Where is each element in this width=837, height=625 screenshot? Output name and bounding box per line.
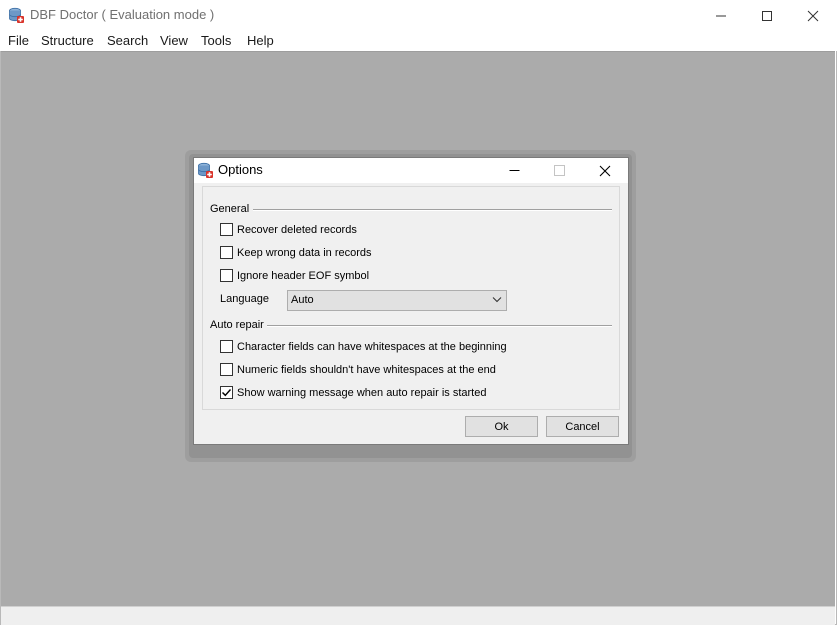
auto-repair-group-label: Auto repair [210,319,264,331]
options-dialog: Options General Recover deleted records … [193,157,629,445]
menu-bar: File Structure Search View Tools Help [0,31,837,51]
checkbox[interactable] [220,363,233,376]
option-ignore-eof[interactable]: Ignore header EOF symbol [220,268,369,283]
option-label: Keep wrong data in records [237,246,372,259]
dialog-close-button[interactable] [582,158,627,183]
language-select-value: Auto [291,294,314,306]
dialog-title: Options [218,162,263,177]
option-show-warning[interactable]: Show warning message when auto repair is… [220,385,486,400]
title-bar[interactable]: DBF Doctor ( Evaluation mode ) [0,0,837,31]
app-window: DBF Doctor ( Evaluation mode ) File Stru… [0,0,837,625]
close-icon [807,10,819,21]
option-label: Recover deleted records [237,223,357,236]
language-select[interactable]: Auto [287,290,507,311]
options-panel: General Recover deleted records Keep wro… [202,186,620,410]
maximize-icon [762,10,772,21]
minimize-icon [509,170,520,171]
cancel-button[interactable]: Cancel [546,416,619,437]
dialog-title-bar[interactable]: Options [194,158,628,183]
general-group-label: General [210,203,250,215]
option-label: Ignore header EOF symbol [237,269,370,282]
close-button[interactable] [790,0,836,31]
auto-repair-group-divider [267,325,612,327]
checkbox[interactable] [220,269,233,282]
checkbox[interactable] [220,246,233,259]
option-label: Numeric fields shouldn't have whitespace… [237,363,496,376]
option-label: Show warning message when auto repair is… [237,386,487,399]
menu-view[interactable]: View [160,33,188,48]
menu-tools[interactable]: Tools [201,33,231,48]
database-icon [9,7,24,23]
window-title: DBF Doctor ( Evaluation mode ) [30,7,215,22]
database-icon [198,162,213,178]
option-label: Character fields can have whitespaces at… [237,340,507,353]
checkbox[interactable] [220,223,233,236]
menu-structure[interactable]: Structure [41,33,94,48]
language-label: Language [220,293,269,305]
dialog-minimize-button[interactable] [492,158,537,183]
maximize-button[interactable] [744,0,790,31]
checkmark-icon [222,389,232,397]
option-numeric-whitespace[interactable]: Numeric fields shouldn't have whitespace… [220,362,496,377]
maximize-icon [554,165,565,176]
option-char-whitespace[interactable]: Character fields can have whitespaces at… [220,339,507,354]
chevron-down-icon [492,297,502,303]
minimize-icon [716,15,726,16]
option-keep-wrong-data[interactable]: Keep wrong data in records [220,245,372,260]
option-recover-deleted[interactable]: Recover deleted records [220,222,357,237]
menu-file[interactable]: File [8,33,29,48]
status-bar [1,606,835,625]
minimize-button[interactable] [698,0,744,31]
checkbox[interactable] [220,340,233,353]
menu-search[interactable]: Search [107,33,148,48]
ok-button[interactable]: Ok [465,416,538,437]
dialog-maximize-button [537,158,582,183]
close-icon [599,165,610,176]
checkbox[interactable] [220,386,233,399]
menu-help[interactable]: Help [247,33,274,48]
general-group-divider [253,209,612,211]
